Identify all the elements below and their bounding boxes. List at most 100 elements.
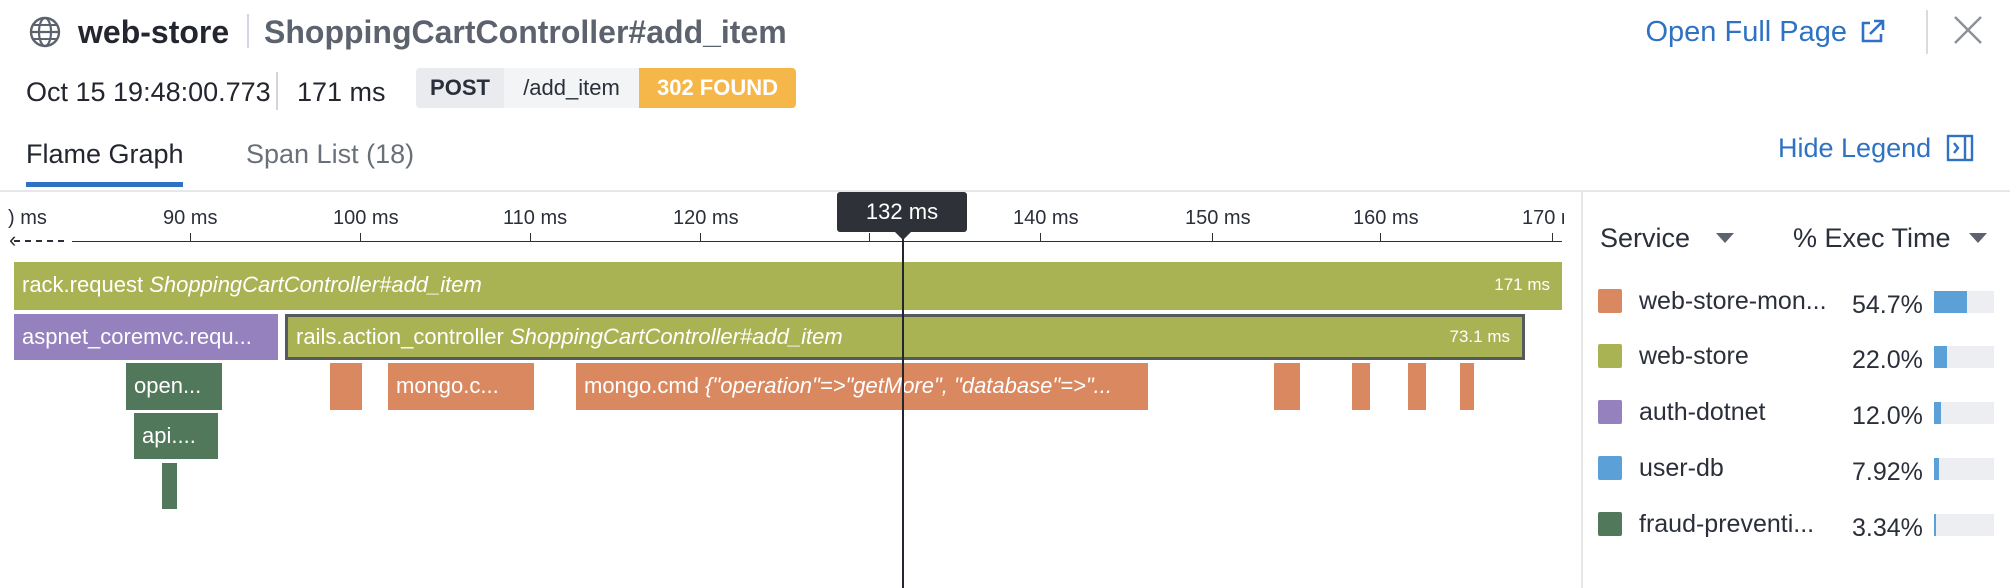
meta-divider <box>276 72 278 110</box>
legend-service-name: fraud-preventi... <box>1639 510 1815 538</box>
tab-flame-graph[interactable]: Flame Graph <box>26 134 184 174</box>
tick-label: 110 ms <box>503 207 568 229</box>
span-resource: {"operation"=>"getMore", "database"=>"..… <box>705 373 1113 398</box>
legend-service-name: web-store <box>1639 342 1749 370</box>
resource-name: ShoppingCartController#add_item <box>264 14 787 50</box>
tick-mark <box>700 233 701 241</box>
legend-exec-bar-fill <box>1934 458 1939 480</box>
legend-service-name: user-db <box>1639 454 1724 482</box>
span-open[interactable]: open... <box>126 363 222 410</box>
legend-row[interactable]: web-store-mon... 54.7% <box>1598 281 1998 321</box>
legend-divider <box>1581 192 1583 588</box>
span-mongo-small[interactable] <box>1352 363 1370 410</box>
collapse-panel-icon <box>1946 134 1974 162</box>
legend-swatch <box>1598 512 1622 536</box>
legend-exec-pct: 12.0% <box>1852 402 1923 430</box>
legend-swatch <box>1598 400 1622 424</box>
close-icon[interactable] <box>1950 12 1986 48</box>
tick-mark <box>1552 233 1553 241</box>
span-name: open... <box>134 373 202 398</box>
close-separator <box>1926 10 1928 54</box>
http-path-badge: /add_item <box>504 68 639 108</box>
external-link-icon <box>1861 19 1885 43</box>
span-rack-request[interactable]: rack.request ShoppingCartController#add_… <box>14 262 1562 310</box>
legend-row[interactable]: web-store 22.0% <box>1598 336 1998 376</box>
timeline-axis <box>72 241 1562 242</box>
span-name: api.... <box>142 423 196 448</box>
span-api[interactable]: api.... <box>134 413 218 459</box>
globe-icon <box>29 16 61 48</box>
legend-service-dropdown[interactable]: Service <box>1600 218 1735 258</box>
span-name: rack.request <box>22 272 144 297</box>
tick-label: 160 ms <box>1353 207 1419 229</box>
tooltip-arrow <box>894 231 912 240</box>
open-full-page-link[interactable]: Open Full Page <box>1645 12 1887 52</box>
http-method-badge: POST <box>416 68 504 108</box>
legend-row[interactable]: user-db 7.92% <box>1598 448 1998 488</box>
tick-label: 170 r <box>1522 207 1564 229</box>
tabs-divider <box>0 190 2010 192</box>
hide-legend-button[interactable]: Hide Legend <box>1778 128 1975 168</box>
header-divider <box>247 14 249 48</box>
span-mongo-small[interactable] <box>1408 363 1426 410</box>
tick-mark <box>190 233 191 241</box>
span-duration: 171 ms <box>1494 275 1550 294</box>
legend-exec-header: % Exec Time <box>1793 223 1951 253</box>
span-api-child[interactable] <box>162 463 177 509</box>
tab-span-list[interactable]: Span List (18) <box>246 134 414 174</box>
tick-mark <box>1212 233 1213 241</box>
chevron-down-icon <box>1716 233 1735 243</box>
time-cursor-line[interactable] <box>902 228 904 588</box>
legend-exec-bar-fill <box>1934 514 1936 536</box>
span-resource: ShoppingCartController#add_item <box>510 324 843 349</box>
span-mongo-small[interactable] <box>330 363 362 410</box>
http-status-badge: 302 FOUND <box>639 68 796 108</box>
legend-exec-pct: 7.92% <box>1852 458 1923 486</box>
legend-exec-pct: 22.0% <box>1852 346 1923 374</box>
span-name: aspnet_coremvc.requ... <box>22 324 252 349</box>
span-mongo-small[interactable] <box>1274 363 1300 410</box>
span-name: rails.action_controller <box>296 324 504 349</box>
span-mongo-small[interactable] <box>1460 363 1474 410</box>
legend-service-name: auth-dotnet <box>1639 398 1766 426</box>
trace-duration: 171 ms <box>297 77 386 107</box>
span-mongo-cmd[interactable]: mongo.cmd {"operation"=>"getMore", "data… <box>576 363 1148 410</box>
tick-label: 100 ms <box>333 207 399 229</box>
legend-exec-bar <box>1934 346 1994 368</box>
legend-swatch <box>1598 289 1622 313</box>
axis-dashed-line <box>14 240 64 242</box>
legend-exec-bar-fill <box>1934 346 1947 368</box>
hide-legend-label: Hide Legend <box>1778 133 1932 163</box>
tick-mark <box>360 233 361 241</box>
legend-exec-bar <box>1934 458 1994 480</box>
service-name[interactable]: web-store <box>78 10 229 54</box>
tick-mark <box>530 233 531 241</box>
trace-timestamp: Oct 15 19:48:00.773 <box>26 77 271 107</box>
time-cursor-tooltip: 132 ms <box>837 192 967 232</box>
tick-mark <box>869 233 870 241</box>
span-mongo-c[interactable]: mongo.c... <box>388 363 534 410</box>
legend-exec-time-dropdown[interactable]: % Exec Time <box>1793 218 1987 258</box>
legend-exec-bar <box>1934 291 1994 313</box>
span-name: mongo.c... <box>396 373 499 398</box>
tick-label: 120 ms <box>673 207 739 229</box>
legend-exec-bar <box>1934 514 1994 536</box>
legend-exec-bar-fill <box>1934 402 1941 424</box>
legend-row[interactable]: fraud-preventi... 3.34% <box>1598 504 1998 544</box>
span-aspnet-request[interactable]: aspnet_coremvc.requ... <box>14 314 278 360</box>
tick-label: 90 ms <box>163 207 218 229</box>
tick-mark <box>1040 233 1041 241</box>
open-full-page-label: Open Full Page <box>1645 16 1847 48</box>
tick-label: 140 ms <box>1013 207 1079 229</box>
span-rails-action-controller[interactable]: rails.action_controller ShoppingCartCont… <box>285 314 1525 360</box>
active-tab-underline <box>26 182 183 187</box>
legend-exec-bar <box>1934 402 1994 424</box>
legend-swatch <box>1598 456 1622 480</box>
span-duration: 73.1 ms <box>1449 327 1510 346</box>
span-name: mongo.cmd <box>584 373 699 398</box>
legend-row[interactable]: auth-dotnet 12.0% <box>1598 392 1998 432</box>
chevron-down-icon <box>1968 233 1987 243</box>
legend-exec-pct: 54.7% <box>1852 291 1923 319</box>
legend-service-name: web-store-mon... <box>1639 287 1827 315</box>
legend-swatch <box>1598 344 1622 368</box>
